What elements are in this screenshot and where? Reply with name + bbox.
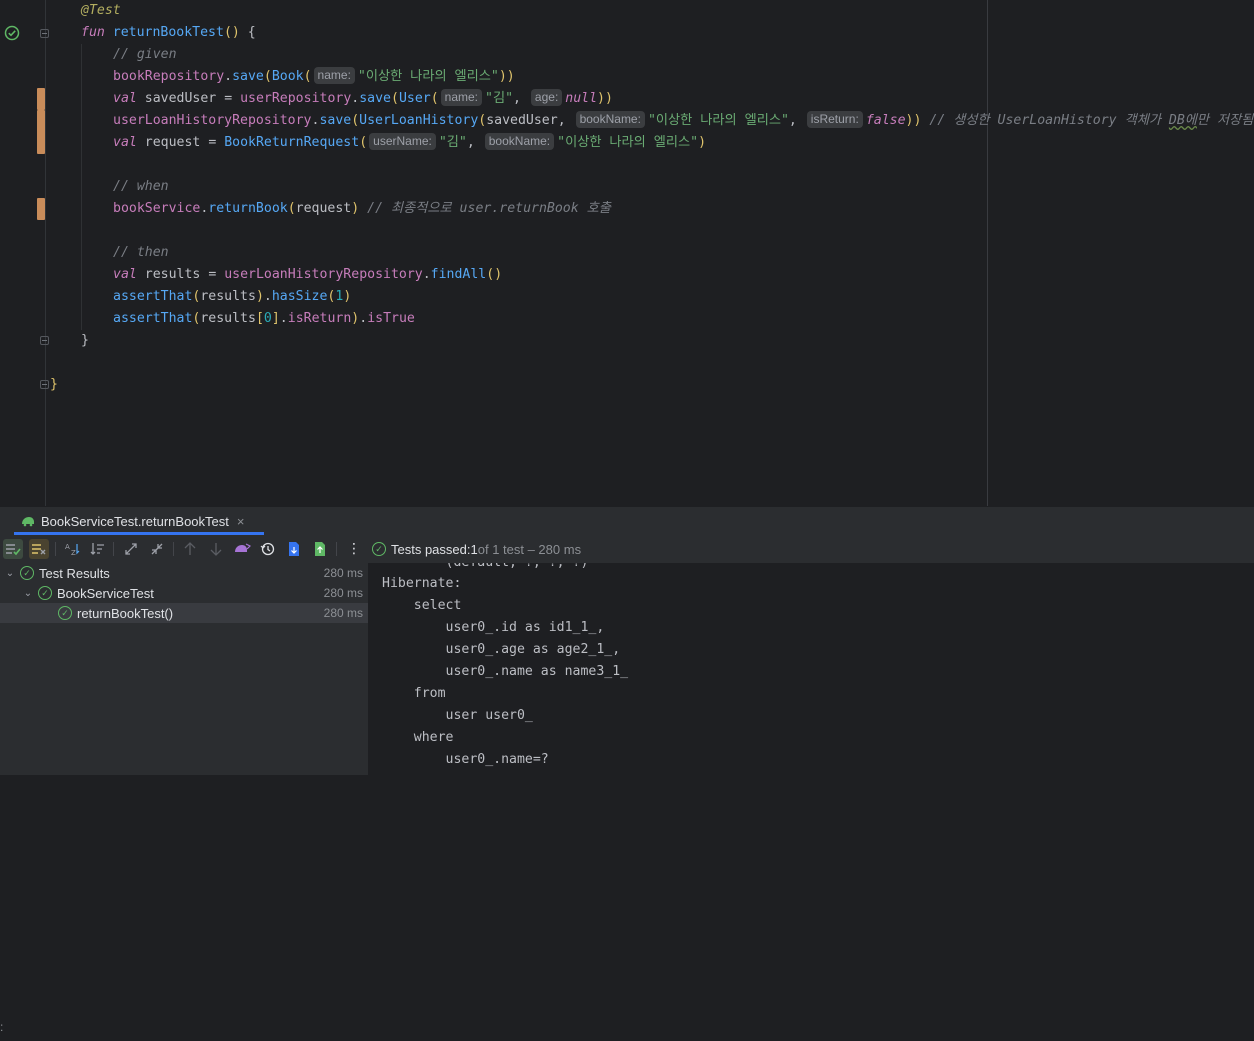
expand-all-icon[interactable] <box>121 539 141 559</box>
gutter-divider <box>45 0 46 506</box>
check-icon: ✓ <box>20 566 34 580</box>
chevron-down-icon[interactable]: ⌄ <box>22 588 34 599</box>
console-line: select <box>382 598 462 613</box>
tree-label: Test Results <box>39 565 110 581</box>
change-marker[interactable] <box>37 198 45 220</box>
history-icon[interactable] <box>258 539 278 559</box>
tree-time: 280 ms <box>323 586 363 600</box>
more-icon[interactable]: ⋮ <box>344 539 364 559</box>
console-line: from <box>382 686 446 701</box>
test-runner-toolbar: AZ ⋮ ✓ Tests passed: 1 of 1 test – 280 m… <box>0 535 1254 563</box>
toolbar-separator <box>113 542 114 556</box>
code-line: fun returnBookTest() { <box>81 25 256 40</box>
code-line: val results = userLoanHistoryRepository.… <box>113 267 503 282</box>
param-hint: userName: <box>369 133 436 150</box>
sort-duration-icon[interactable] <box>88 539 108 559</box>
svg-text:Z: Z <box>71 549 76 556</box>
code-line: } <box>81 333 89 348</box>
param-hint: isReturn: <box>806 111 863 128</box>
fold-toggle[interactable] <box>40 29 49 38</box>
code-line: bookRepository.save(Book(name: "이상한 나라의 엘… <box>113 67 515 84</box>
toolbar-separator <box>336 542 337 556</box>
run-passed-icon[interactable] <box>4 25 20 41</box>
code-line: userLoanHistoryRepository.save(UserLoanH… <box>113 111 1254 128</box>
param-hint: bookName: <box>484 133 555 150</box>
param-hint: bookName: <box>575 111 645 128</box>
check-icon: ✓ <box>58 606 72 620</box>
export-icon[interactable] <box>310 539 330 559</box>
status-suffix: of 1 test – 280 ms <box>477 541 582 557</box>
console-line: Hibernate: <box>382 576 470 591</box>
console-output[interactable]: (default, ?, ?, ?) Hibernate: select use… <box>369 563 1254 775</box>
test-status: ✓ Tests passed: 1 of 1 test – 280 ms <box>372 535 581 563</box>
tool-window-handle[interactable]: : <box>0 1013 6 1041</box>
tab-run-config[interactable]: BookServiceTest.returnBookTest × <box>20 507 244 535</box>
toolbar-separator <box>173 542 174 556</box>
chevron-down-icon[interactable]: ⌄ <box>4 568 16 579</box>
down-arrow-icon[interactable] <box>206 539 226 559</box>
up-arrow-icon[interactable] <box>180 539 200 559</box>
tree-row-test-method[interactable]: ✓ returnBookTest() 280 ms <box>0 603 368 623</box>
change-marker[interactable] <box>37 110 45 154</box>
tree-time: 280 ms <box>323 566 363 580</box>
console-line: user user0_ <box>382 708 541 723</box>
code-line: assertThat(results).hasSize(1) <box>113 289 352 304</box>
console-line: user0_.id as id1_1_, <box>382 620 605 635</box>
check-icon: ✓ <box>372 542 386 556</box>
param-hint: name: <box>440 89 483 106</box>
code-line: // then <box>113 245 169 260</box>
code-line: // given <box>113 47 177 62</box>
rerun-icon[interactable] <box>232 539 252 559</box>
tree-label: BookServiceTest <box>57 585 154 601</box>
tree-label: returnBookTest() <box>77 605 174 621</box>
fold-toggle[interactable] <box>40 380 49 389</box>
run-tool-window-tabbar: : BookServiceTest.returnBookTest × <box>0 506 1254 1034</box>
test-run-icon <box>22 517 34 527</box>
console-line: where <box>382 730 454 745</box>
svg-text:A: A <box>65 543 70 551</box>
collapse-all-icon[interactable] <box>147 539 167 559</box>
indent-guide <box>81 44 82 330</box>
param-hint: age: <box>530 89 563 106</box>
console-line: user0_.age as age2_1_, <box>382 642 621 657</box>
code-line: val request = BookReturnRequest(userName… <box>113 133 707 150</box>
console-line: user0_.name as name3_1_ <box>382 664 637 679</box>
right-margin-guide <box>987 0 988 506</box>
sort-alpha-icon[interactable]: AZ <box>62 539 82 559</box>
show-ignored-icon[interactable] <box>29 539 49 559</box>
param-hint: name: <box>313 67 355 84</box>
change-marker[interactable] <box>37 88 45 110</box>
tree-row-test-class[interactable]: ⌄ ✓ BookServiceTest 280 ms <box>0 583 368 603</box>
check-icon: ✓ <box>38 586 52 600</box>
toolbar-separator <box>55 542 56 556</box>
code-line: val savedUser = userRepository.save(User… <box>113 89 613 106</box>
console-line: user0_.name=? <box>382 752 549 767</box>
code-line: bookService.returnBook(request) // 최종적으로… <box>113 201 611 216</box>
fold-toggle[interactable] <box>40 336 49 345</box>
tab-label: BookServiceTest.returnBookTest <box>41 513 229 529</box>
import-icon[interactable] <box>284 539 304 559</box>
code-editor[interactable]: @Test fun returnBookTest() { // given bo… <box>0 0 1254 506</box>
tree-time: 280 ms <box>323 606 363 620</box>
code-line: // when <box>113 179 169 194</box>
code-line: assertThat(results[0].isReturn).isTrue <box>113 311 415 326</box>
code-line: } <box>50 377 58 392</box>
show-passed-icon[interactable] <box>3 539 23 559</box>
test-results-tree: ⌄ ✓ Test Results 280 ms ⌄ ✓ BookServiceT… <box>0 563 369 775</box>
status-prefix: Tests passed: <box>391 541 471 557</box>
status-count: 1 <box>470 541 478 557</box>
code-line: @Test <box>81 3 121 18</box>
tree-row-test-results[interactable]: ⌄ ✓ Test Results 280 ms <box>0 563 368 583</box>
close-icon[interactable]: × <box>237 514 245 529</box>
